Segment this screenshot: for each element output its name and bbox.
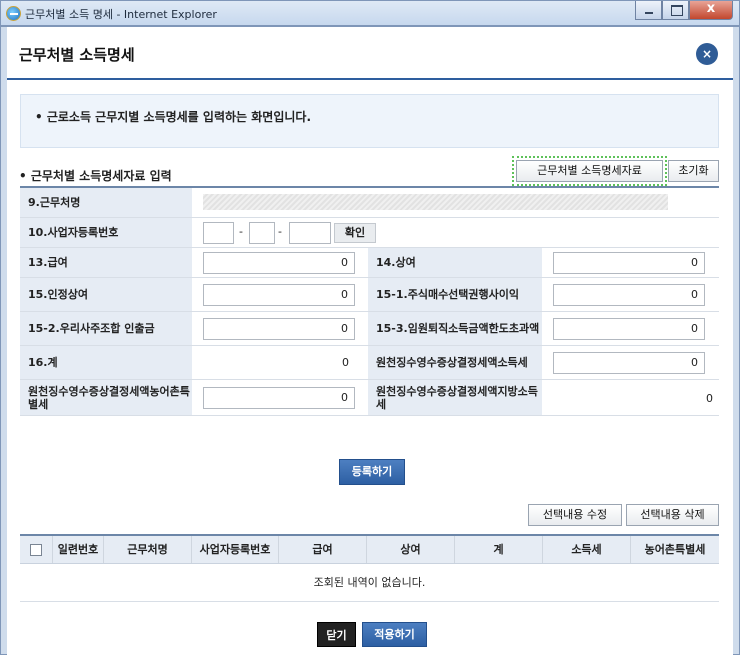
reset-button[interactable]: 초기화 xyxy=(668,160,719,182)
empty-message: 조회된 내역이 없습니다. xyxy=(20,564,719,602)
biz-no-check-button[interactable]: 확인 xyxy=(334,223,376,243)
rural-tax-label: 원천징수영수증상결정세액농어촌특별세 xyxy=(20,380,192,415)
window-titlebar: 근무처별 소득 명세 - Internet Explorer xyxy=(0,0,740,26)
column-header: 사업자등록번호 xyxy=(192,536,279,563)
section-title: • 근무처별 소득명세자료 입력 xyxy=(19,169,172,183)
biz-no-part2-input[interactable] xyxy=(249,222,275,244)
delete-selected-button[interactable]: 선택내용 삭제 xyxy=(626,504,719,526)
column-header: 일련번호 xyxy=(53,536,104,563)
column-header: 소득세 xyxy=(543,536,631,563)
register-button[interactable]: 등록하기 xyxy=(339,459,405,485)
minimize-button[interactable] xyxy=(635,1,662,20)
notice-text: • 근로소득 근무지별 소득명세를 입력하는 화면입니다. xyxy=(35,110,311,124)
workplace-label: 9.근무처명 xyxy=(20,188,192,217)
window-close-button[interactable] xyxy=(689,1,733,20)
retire-excess-label: 15-3.임원퇴직소득금액한도초과액 xyxy=(368,312,542,345)
maximize-button[interactable] xyxy=(662,1,689,20)
deemed-bonus-label: 15.인정상여 xyxy=(20,278,192,311)
column-header: 농어촌특별세 xyxy=(644,543,706,556)
column-header: 급여 xyxy=(279,536,367,563)
income-tax-input[interactable]: 0 xyxy=(553,352,705,374)
stock-option-input[interactable]: 0 xyxy=(553,284,705,306)
total-value: 0 xyxy=(342,356,349,369)
close-button[interactable]: 닫기 xyxy=(317,622,356,647)
notice-box: • 근로소득 근무지별 소득명세를 입력하는 화면입니다. xyxy=(20,94,719,148)
select-all-checkbox[interactable] xyxy=(30,544,42,556)
income-form: 9.근무처명 10.사업자등록번호 - - 확인 13.급여 0 14.상여 0 xyxy=(20,186,719,416)
deemed-bonus-input[interactable]: 0 xyxy=(203,284,355,306)
internet-explorer-icon xyxy=(6,6,21,21)
workplace-name-field xyxy=(203,194,668,210)
form-row-rural-tax: 원천징수영수증상결정세액농어촌특별세 0 원천징수영수증상결정세액지방소득세 0 xyxy=(20,380,719,416)
popup-close-button[interactable]: × xyxy=(696,43,718,65)
biz-no-dash: - xyxy=(278,225,282,238)
salary-label: 13.급여 xyxy=(20,248,192,277)
edit-selected-button[interactable]: 선택내용 수정 xyxy=(528,504,622,526)
column-header: 상여 xyxy=(367,536,455,563)
column-header: 계 xyxy=(455,536,543,563)
total-label: 16.계 xyxy=(20,346,192,379)
biz-no-part1-input[interactable] xyxy=(203,222,234,244)
income-table: 일련번호 근무처명 사업자등록번호 급여 상여 계 소득세 농어촌특별세 조회된… xyxy=(20,534,719,602)
form-row-deemed-bonus: 15.인정상여 0 15-1.주식매수선택권행사이익 0 xyxy=(20,278,719,312)
biz-no-dash: - xyxy=(239,225,243,238)
column-header: 근무처명 xyxy=(104,536,192,563)
form-row-esop: 15-2.우리사주조합 인출금 0 15-3.임원퇴직소득금액한도초과액 0 xyxy=(20,312,719,346)
popup-title: 근무처별 소득명세 xyxy=(19,46,135,64)
form-row-salary: 13.급여 0 14.상여 0 xyxy=(20,248,719,278)
header-divider xyxy=(7,78,733,80)
esop-input[interactable]: 0 xyxy=(203,318,355,340)
workplace-income-data-button[interactable]: 근무처별 소득명세자료 xyxy=(512,156,667,186)
biz-no-label: 10.사업자등록번호 xyxy=(20,218,192,247)
form-row-biz-no: 10.사업자등록번호 - - 확인 xyxy=(20,218,719,248)
form-row-total: 16.계 0 원천징수영수증상결정세액소득세 0 xyxy=(20,346,719,380)
stock-option-label: 15-1.주식매수선택권행사이익 xyxy=(368,278,542,311)
local-tax-value: 0 xyxy=(706,392,713,405)
apply-button[interactable]: 적용하기 xyxy=(362,622,427,647)
income-tax-label: 원천징수영수증상결정세액소득세 xyxy=(368,346,542,379)
window-title: 근무처별 소득 명세 - Internet Explorer xyxy=(25,8,217,21)
select-all-cell xyxy=(20,536,53,563)
table-header: 일련번호 근무처명 사업자등록번호 급여 상여 계 소득세 농어촌특별세 xyxy=(20,536,719,564)
esop-label: 15-2.우리사주조합 인출금 xyxy=(20,312,192,345)
local-tax-label: 원천징수영수증상결정세액지방소득세 xyxy=(368,380,542,415)
bonus-input[interactable]: 0 xyxy=(553,252,705,274)
biz-no-part3-input[interactable] xyxy=(289,222,331,244)
salary-input[interactable]: 0 xyxy=(203,252,355,274)
bonus-label: 14.상여 xyxy=(368,248,542,277)
form-row-workplace: 9.근무처명 xyxy=(20,188,719,218)
window-controls xyxy=(635,1,733,21)
retire-excess-input[interactable]: 0 xyxy=(553,318,705,340)
rural-tax-input[interactable]: 0 xyxy=(203,387,355,409)
window-frame: 근무처별 소득명세 × • 근로소득 근무지별 소득명세를 입력하는 화면입니다… xyxy=(0,26,740,655)
popup-content: 근무처별 소득명세 × • 근로소득 근무지별 소득명세를 입력하는 화면입니다… xyxy=(7,27,733,655)
